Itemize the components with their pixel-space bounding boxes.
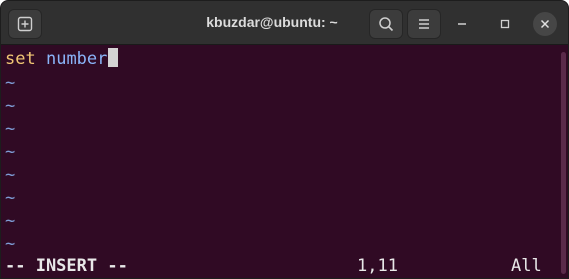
empty-line-marker: ~ [5,211,16,231]
hamburger-menu-icon [419,19,429,29]
search-button[interactable] [369,9,403,39]
scroll-percent: All [511,256,542,276]
text-cursor [108,48,119,67]
editor-line-1[interactable]: set number [5,48,119,70]
keyword-set: set [5,49,36,69]
scrollbar[interactable] [558,46,568,278]
empty-line-marker: ~ [5,142,16,162]
status-line: -- INSERT -- 1,11 All [5,255,555,277]
terminal-window: kbuzdar@ubuntu: ~ set number ~ ~ ~ ~ ~ ~… [0,0,569,279]
scrollbar-thumb[interactable] [561,52,566,274]
empty-line-marker: ~ [5,234,16,254]
terminal-content[interactable]: set number ~ ~ ~ ~ ~ ~ ~ ~ -- INSERT -- … [1,46,558,278]
search-icon [379,17,394,32]
close-button[interactable] [533,12,557,36]
close-icon [540,19,550,29]
empty-line-marker: ~ [5,119,16,139]
minimize-icon [458,23,466,25]
new-tab-button[interactable] [8,9,42,39]
menu-button[interactable] [407,9,441,39]
minimize-button[interactable] [450,12,474,36]
empty-line-marker: ~ [5,96,16,116]
empty-line-marker: ~ [5,188,16,208]
maximize-icon [500,19,510,29]
mode-indicator: -- INSERT -- [5,256,128,276]
new-tab-icon [17,16,33,32]
title-bar[interactable]: kbuzdar@ubuntu: ~ [1,1,568,45]
cursor-position: 1,11 [357,256,398,276]
keyword-number: number [45,49,108,69]
empty-line-marker: ~ [5,165,16,185]
window-title: kbuzdar@ubuntu: ~ [206,14,338,30]
empty-line-marker: ~ [5,73,16,93]
maximize-button[interactable] [493,12,517,36]
